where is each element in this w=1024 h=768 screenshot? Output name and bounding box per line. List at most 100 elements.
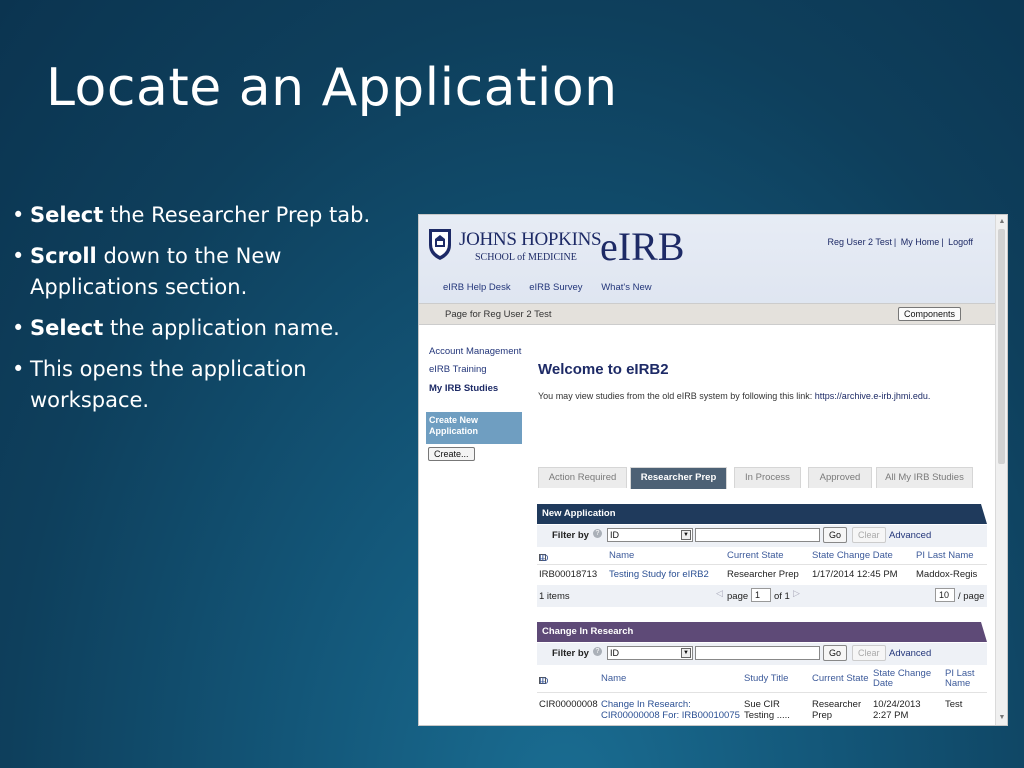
filter-field-select[interactable]: ID ▼ (607, 646, 693, 660)
column-state-change-date[interactable]: State Change Date (873, 669, 937, 689)
tab-all-my-irb-studies[interactable]: All My IRB Studies (876, 467, 973, 488)
column-id-label: ID (539, 676, 549, 687)
tab-in-process[interactable]: In Process (734, 467, 801, 488)
org-logo-text: JOHNS HOPKINS SCHOOL of MEDICINE (459, 229, 602, 263)
advanced-link[interactable]: Advanced (889, 648, 931, 659)
help-desk-link[interactable]: eIRB Help Desk (443, 282, 511, 293)
per-page-input[interactable]: 10 (935, 588, 955, 602)
page-of-label: of 1 (774, 591, 790, 602)
go-button[interactable]: Go (823, 645, 848, 661)
sidebar: Account Management eIRB Training My IRB … (419, 325, 523, 725)
per-page-label: / page (958, 591, 985, 602)
new-application-columns: + ID Name Current State State Change Date… (537, 548, 987, 565)
next-page-icon[interactable]: ▷ (793, 588, 800, 599)
page-scrollbar[interactable]: ▲ ▼ (995, 215, 1007, 725)
org-school: SCHOOL of MEDICINE (475, 252, 577, 263)
column-current-state[interactable]: Current State (727, 551, 784, 561)
top-nav: eIRB Help Desk eIRB Survey What's New (443, 282, 668, 293)
cell-date: 10/24/2013 2:27 PM (873, 699, 921, 721)
create-button[interactable]: Create... (428, 447, 475, 461)
change-in-research-name-link[interactable]: Change In Research: CIR00000008 For: IRB… (601, 699, 741, 721)
whats-new-link[interactable]: What's New (601, 282, 651, 293)
change-in-research-header: Change In Research (537, 622, 987, 642)
advanced-link[interactable]: Advanced (889, 530, 931, 541)
archive-link[interactable]: https://archive.e-irb.jhmi.edu. (815, 391, 931, 401)
cell-state: Researcher Prep (812, 699, 862, 721)
cell-date: 1/17/2014 12:45 PM (812, 569, 898, 580)
help-icon[interactable]: ? (593, 647, 602, 656)
welcome-heading: Welcome to eIRB2 (538, 361, 669, 378)
help-icon[interactable]: ? (593, 529, 602, 538)
user-name-link[interactable]: Reg User 2 Test (828, 237, 892, 247)
chevron-down-icon: ▼ (681, 530, 691, 540)
tab-researcher-prep[interactable]: Researcher Prep (630, 467, 727, 489)
slide-title: Locate an Application (46, 58, 618, 118)
bullet-item: Scroll down to the New Applications sect… (12, 241, 407, 303)
column-name[interactable]: Name (601, 674, 626, 684)
scrollbar-thumb[interactable] (998, 229, 1005, 464)
cell-id: CIR00000008 (539, 699, 598, 710)
prev-page-icon[interactable]: ◁ (716, 588, 723, 599)
page-bar: Page for Reg User 2 Test Components (419, 303, 997, 325)
cell-state: Researcher Prep (727, 569, 799, 580)
new-application-pager: 1 items ◁ page 1 of 1 ▷ 10 / page (537, 585, 987, 607)
clear-button[interactable]: Clear (852, 527, 886, 543)
filter-label: Filter by (552, 530, 589, 541)
scroll-up-icon[interactable]: ▲ (997, 217, 1007, 227)
cell-study-title: Sue CIR Testing ..... (744, 699, 790, 721)
column-state-change-date[interactable]: State Change Date (812, 551, 893, 561)
chevron-down-icon: ▼ (681, 648, 691, 658)
table-row: IRB00018713 Testing Study for eIRB2 Rese… (537, 566, 987, 584)
cell-pi: Maddox-Regis (916, 569, 978, 580)
new-application-filter: Filter by ? ID ▼ Go Clear Advanced (537, 525, 987, 547)
column-pi-last-name[interactable]: PI Last Name (916, 551, 974, 561)
sidebar-item-account-management[interactable]: Account Management (429, 346, 521, 357)
tab-action-required[interactable]: Action Required (538, 467, 627, 488)
user-links: Reg User 2 Test | My Home | Logoff (827, 237, 973, 247)
change-in-research-filter: Filter by ? ID ▼ Go Clear Advanced (537, 643, 987, 665)
new-application-header: New Application (537, 504, 987, 524)
bullet-bold: Scroll (30, 244, 97, 268)
change-in-research-columns: + ID Name Study Title Current State State… (537, 666, 987, 693)
filter-field-value: ID (610, 648, 619, 658)
filter-label: Filter by (552, 648, 589, 659)
logoff-link[interactable]: Logoff (948, 237, 973, 247)
my-home-link[interactable]: My Home (901, 237, 940, 247)
tab-approved[interactable]: Approved (808, 467, 872, 488)
scroll-down-icon[interactable]: ▼ (997, 713, 1007, 723)
column-pi-last-name[interactable]: PI Last Name (945, 669, 985, 689)
sidebar-item-my-irb-studies[interactable]: My IRB Studies (429, 383, 498, 394)
page-number-input[interactable]: 1 (751, 588, 771, 602)
sidebar-item-eirb-training[interactable]: eIRB Training (429, 364, 487, 375)
filter-text-input[interactable] (695, 528, 820, 542)
column-current-state[interactable]: Current State (812, 674, 869, 684)
create-new-heading: Create New Application (426, 412, 522, 444)
filter-field-value: ID (610, 530, 619, 540)
page-title: Page for Reg User 2 Test (445, 309, 552, 320)
bullet-item: This opens the application workspace. (12, 354, 407, 416)
intro-body: You may view studies from the old eIRB s… (538, 391, 815, 401)
go-button[interactable]: Go (823, 527, 848, 543)
eirb-screenshot: JOHNS HOPKINS SCHOOL of MEDICINE eIRB Re… (418, 214, 1008, 726)
application-name-link[interactable]: Testing Study for eIRB2 (609, 569, 709, 580)
bullet-bold: Select (30, 203, 104, 227)
bullet-text: This opens the application workspace. (30, 357, 307, 412)
column-study-title[interactable]: Study Title (744, 674, 788, 684)
filter-text-input[interactable] (695, 646, 820, 660)
app-logo: eIRB (600, 224, 685, 269)
bullet-text: the Researcher Prep tab. (103, 203, 371, 227)
page-label: page (727, 591, 749, 602)
components-button[interactable]: Components (897, 307, 961, 321)
filter-field-select[interactable]: ID ▼ (607, 528, 693, 542)
bullet-item: Select the Researcher Prep tab. (12, 200, 407, 231)
jhu-shield-icon (429, 229, 451, 260)
column-name[interactable]: Name (609, 551, 634, 561)
instruction-list: Select the Researcher Prep tab. Scroll d… (12, 200, 407, 426)
org-name: JOHNS HOPKINS (459, 229, 602, 250)
cell-id: IRB00018713 (539, 569, 598, 580)
column-id-label: ID (539, 553, 549, 564)
bullet-item: Select the application name. (12, 313, 407, 344)
clear-button[interactable]: Clear (852, 645, 886, 661)
intro-text: You may view studies from the old eIRB s… (538, 391, 930, 401)
survey-link[interactable]: eIRB Survey (529, 282, 582, 293)
